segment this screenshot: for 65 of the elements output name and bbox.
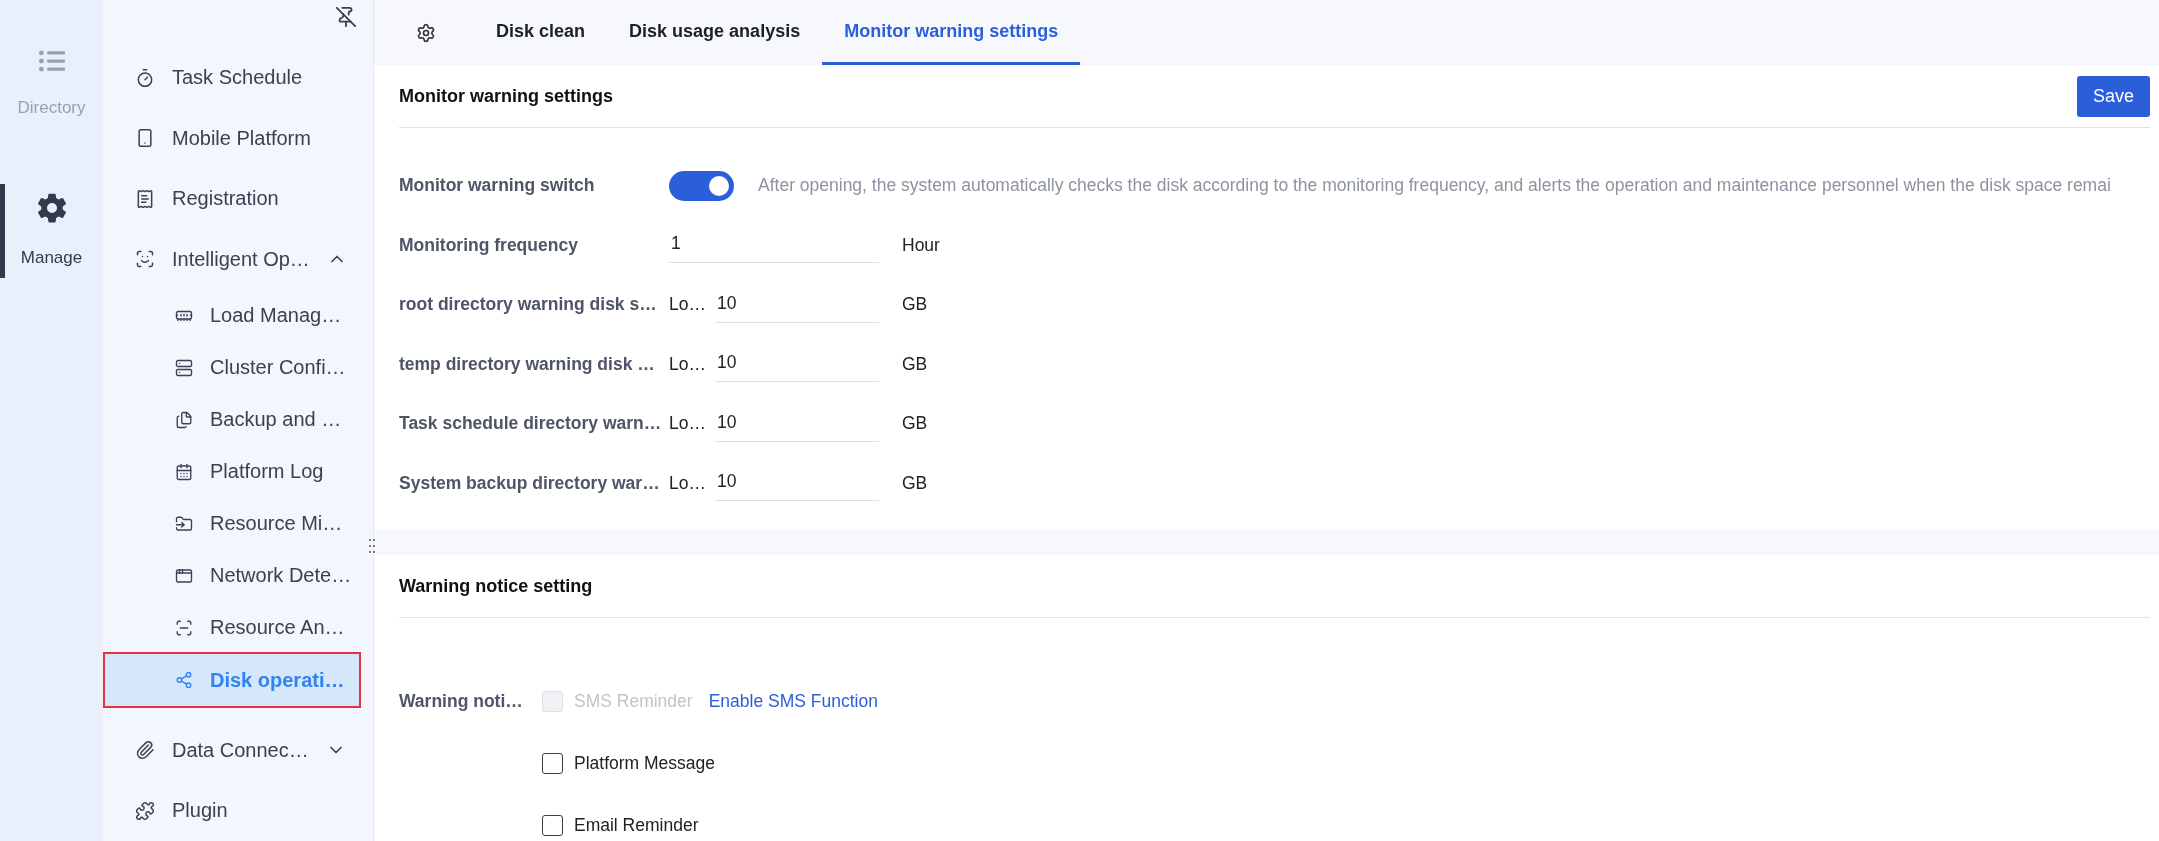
unit-label: GB — [902, 472, 928, 494]
input-field[interactable]: 10 — [715, 465, 879, 502]
phone-icon — [135, 128, 155, 149]
field-prefix: Lo… — [669, 472, 707, 494]
files-icon — [175, 410, 193, 429]
settings-icon — [35, 192, 68, 224]
sidebar-item[interactable]: Registration — [105, 168, 359, 230]
input-field[interactable]: 10 — [715, 286, 879, 323]
folder-arrow-icon — [175, 514, 193, 533]
switch-description: After opening, the system automatically checks the disk according to the monitoring frequency, and alerts the operation and maintenance personnel when the disk space remai — [758, 175, 2111, 197]
puzzle-icon — [135, 800, 155, 821]
field-prefix: Lo… — [669, 353, 707, 375]
section-title: Monitor warning settings — [399, 85, 613, 107]
receipt-icon — [135, 188, 155, 209]
checkbox[interactable] — [542, 752, 563, 774]
field-label: System backup directory war… — [399, 472, 661, 494]
pin-icon[interactable] — [335, 6, 357, 28]
field-prefix: Lo… — [669, 413, 707, 435]
sidebar-item[interactable]: Platform Log — [105, 445, 359, 498]
settings-icon[interactable] — [416, 22, 436, 43]
field-label: Warning noti… — [399, 690, 524, 712]
sidebar-item[interactable]: Resource Mi… — [105, 497, 359, 550]
face-scan-icon — [135, 249, 155, 270]
sidebar-item[interactable]: Resource An… — [105, 601, 359, 654]
checkbox-label: Platform Message — [574, 752, 716, 774]
field-label: Monitoring frequency — [399, 234, 579, 256]
field-prefix: Lo… — [669, 294, 707, 316]
window-icon — [175, 566, 193, 585]
sidebar-item[interactable]: Data Connec… — [105, 720, 359, 781]
drag-handle-icon[interactable] — [368, 538, 376, 554]
checkbox-label: SMS Reminder — [574, 690, 693, 712]
sidebar-item[interactable]: Intelligent Op… — [105, 229, 359, 290]
list-icon — [38, 48, 65, 74]
tab[interactable]: Disk usage analysis — [607, 0, 823, 65]
rail-item[interactable]: Manage — [0, 184, 98, 278]
field-label: Task schedule directory warn… — [399, 413, 663, 435]
unit-label: Hour — [902, 234, 940, 256]
field-label: Monitor warning switch — [399, 175, 596, 197]
checkbox-label: Email Reminder — [574, 814, 699, 836]
sidebar-item[interactable]: Mobile Platform — [105, 108, 359, 169]
server-icon — [175, 358, 193, 377]
sidebar-item[interactable]: Plugin — [105, 780, 359, 841]
timer-icon — [135, 67, 155, 88]
unit-label: GB — [902, 294, 928, 316]
share-icon — [175, 671, 193, 690]
input-field[interactable]: 10 — [715, 405, 879, 442]
section-title: Warning notice setting — [399, 575, 593, 597]
toggle-switch[interactable] — [669, 170, 734, 201]
tab[interactable]: Disk clean — [474, 0, 608, 65]
checkbox[interactable] — [542, 814, 563, 836]
field-label: root directory warning disk s… — [399, 294, 658, 316]
sidebar-item[interactable]: Load Manag… — [105, 289, 359, 342]
sidebar-item[interactable]: Task Schedule — [105, 47, 359, 109]
unit-label: GB — [902, 353, 928, 375]
calendar-icon — [175, 462, 193, 481]
sidebar-item[interactable]: Network Dete… — [105, 549, 359, 602]
field-label: temp directory warning disk … — [399, 353, 656, 375]
unit-label: GB — [902, 413, 928, 435]
scan-icon — [175, 619, 193, 637]
sidebar-item[interactable]: Cluster Confi… — [105, 341, 359, 394]
save-button[interactable]: Save — [2076, 75, 2150, 117]
input-field[interactable]: 1 — [669, 227, 879, 264]
paperclip-icon — [135, 740, 155, 761]
input-field[interactable]: 10 — [715, 346, 879, 383]
sidebar-item[interactable]: Backup and … — [105, 393, 359, 446]
